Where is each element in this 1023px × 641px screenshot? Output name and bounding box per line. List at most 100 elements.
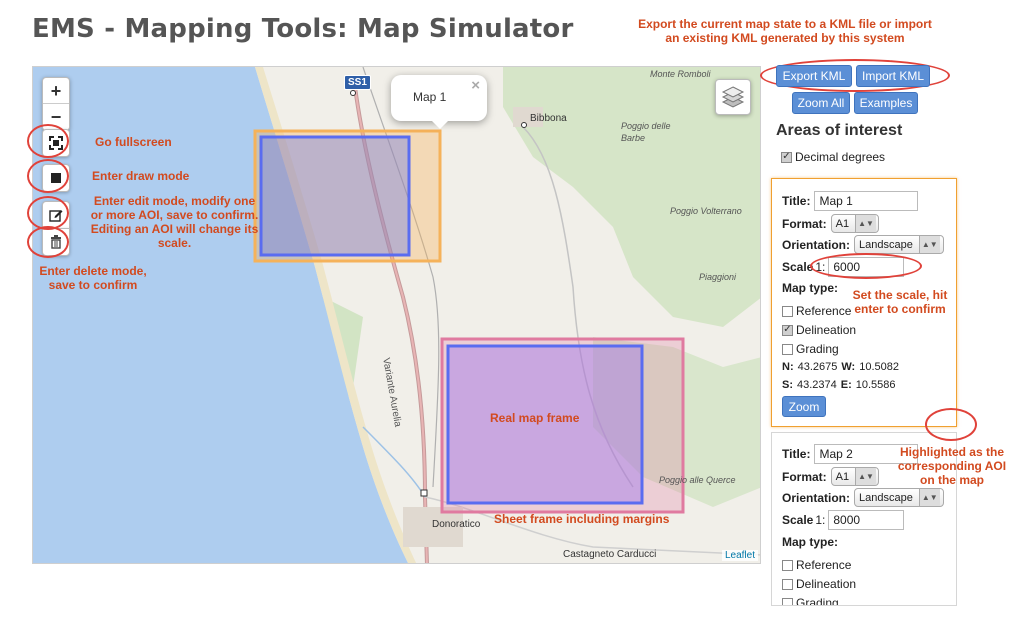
- export-kml-button[interactable]: Export KML: [776, 65, 852, 87]
- label-piaggioni: Piaggioni: [699, 272, 737, 282]
- annotation-scale: Set the scale, hit enter to confirm: [848, 288, 952, 316]
- map-type-delineation[interactable]: ✓ Delineation: [782, 323, 856, 337]
- popup-text: Map 1: [413, 90, 447, 104]
- orientation-select[interactable]: Landscape ▲▼: [854, 235, 944, 254]
- aoi-zoom-button[interactable]: Zoom: [782, 396, 826, 417]
- label-castagneto: Castagneto Carducci: [563, 549, 657, 560]
- import-kml-button[interactable]: Import KML: [856, 65, 930, 87]
- delineation-checkbox[interactable]: [782, 578, 793, 590]
- export-annotation-line1: Export the current map state to a KML fi…: [638, 17, 932, 31]
- grading-label: Grading: [796, 596, 839, 606]
- annotation-highlight-line3: on the map: [919, 473, 984, 487]
- map-type-delineation[interactable]: Delineation: [782, 577, 856, 591]
- format-select[interactable]: A1 ▲▼: [830, 467, 879, 486]
- label-poggio-volterrano: Poggio Volterrano: [670, 206, 742, 216]
- page-title: EMS - Mapping Tools: Map Simulator: [32, 14, 574, 44]
- coords-se: S: 43.2374 E: 10.5586: [782, 379, 896, 391]
- annotation-edit-line1: Enter edit mode, modify one: [93, 194, 256, 208]
- highlight-ellipse-scale: [810, 253, 922, 279]
- east-value: 10.5586: [855, 379, 896, 391]
- format-label: Format:: [782, 469, 827, 484]
- annotation-sheet-frame: Sheet frame including margins: [494, 512, 670, 526]
- aoi-title-input[interactable]: [814, 191, 919, 211]
- format-value: A1: [835, 470, 850, 483]
- label-poggio-alle-querce: Poggio alle Querce: [659, 475, 736, 485]
- north-label: N:: [782, 361, 794, 373]
- annotation-delete-line1: Enter delete mode,: [39, 264, 147, 278]
- annotation-scale-line1: Set the scale, hit: [852, 288, 948, 302]
- annotation-fullscreen: Go fullscreen: [95, 135, 172, 149]
- delineation-label: Delineation: [796, 577, 857, 591]
- reference-checkbox[interactable]: [782, 305, 793, 317]
- west-value: 10.5082: [859, 361, 899, 373]
- export-annotation-line2: an existing KML generated by this system: [665, 31, 905, 45]
- scale-prefix: 1:: [815, 513, 826, 527]
- zoom-control: + −: [42, 77, 70, 131]
- format-select[interactable]: A1 ▲▼: [830, 214, 879, 233]
- orientation-select[interactable]: Landscape ▲▼: [854, 488, 944, 507]
- highlight-ellipse-delete: [27, 226, 69, 258]
- aoi-panel-heading: Areas of interest: [776, 122, 903, 139]
- scale-label: Scale: [782, 513, 814, 527]
- map-type-grading[interactable]: Grading: [782, 596, 839, 606]
- east-label: E:: [840, 379, 852, 391]
- decimal-degrees-checkbox[interactable]: ✓: [781, 151, 792, 163]
- scale-input[interactable]: [828, 510, 905, 530]
- label-bibbona: Bibbona: [530, 113, 567, 124]
- label-monte-romboli: Monte Romboli: [650, 69, 711, 79]
- reference-label: Reference: [796, 558, 852, 572]
- north-value: 43.2675: [797, 361, 838, 373]
- map-popup: Map 1 ×: [391, 75, 487, 129]
- annotation-draw: Enter draw mode: [92, 169, 190, 183]
- label-donoratico: Donoratico: [432, 519, 481, 530]
- format-value: A1: [835, 217, 850, 230]
- popup-close-icon[interactable]: ×: [471, 77, 480, 94]
- map-type-grading[interactable]: Grading: [782, 342, 839, 356]
- decimal-degrees-label: Decimal degrees: [795, 150, 886, 164]
- orientation-value: Landscape: [859, 238, 913, 251]
- scale-label: Scale: [782, 260, 814, 274]
- title-label: Title:: [782, 447, 811, 461]
- decimal-degrees-toggle[interactable]: ✓ Decimal degrees: [781, 150, 885, 164]
- south-label: S:: [782, 379, 793, 391]
- coords-nw: N: 43.2675 W: 10.5082: [782, 361, 899, 373]
- chevron-updown-icon: ▲▼: [918, 236, 940, 253]
- label-barbe: Barbe: [621, 133, 646, 143]
- zoom-all-button[interactable]: Zoom All: [792, 92, 850, 114]
- chevron-updown-icon: ▲▼: [855, 215, 876, 232]
- orientation-value: Landscape: [859, 491, 913, 504]
- map-type-label: Map type:: [782, 281, 839, 295]
- aoi-map1-real-frame[interactable]: [259, 135, 411, 257]
- chevron-updown-icon: ▲▼: [918, 489, 940, 506]
- map-type-label: Map type:: [782, 535, 839, 549]
- orientation-label: Orientation:: [782, 237, 850, 252]
- delineation-checkbox[interactable]: ✓: [782, 324, 793, 336]
- layers-button[interactable]: [715, 79, 751, 115]
- highlight-ellipse-draw: [27, 159, 69, 193]
- export-annotation: Export the current map state to a KML fi…: [620, 17, 950, 45]
- popup-tip: [431, 120, 449, 129]
- examples-button[interactable]: Examples: [854, 92, 918, 114]
- attribution-link[interactable]: Leaflet: [721, 550, 758, 561]
- layers-icon: [721, 86, 745, 108]
- annotation-edit-line4: scale.: [157, 236, 192, 250]
- zoom-in-button[interactable]: +: [43, 78, 69, 104]
- road-badge-ss1: SS1: [344, 75, 371, 90]
- delineation-label: Delineation: [796, 323, 857, 337]
- south-value: 43.2374: [797, 379, 837, 391]
- map-type-reference[interactable]: Reference: [782, 304, 851, 318]
- map-type-reference[interactable]: Reference: [782, 558, 851, 572]
- annotation-highlight-line2: corresponding AOI: [897, 459, 1007, 473]
- annotation-highlight: Highlighted as the corresponding AOI on …: [893, 445, 1011, 487]
- annotation-highlight-line1: Highlighted as the: [899, 445, 1004, 459]
- highlight-ellipse-edit: [27, 196, 69, 230]
- reference-label: Reference: [796, 304, 852, 318]
- grading-checkbox[interactable]: [782, 597, 793, 605]
- annotation-delete: Enter delete mode, save to confirm: [28, 264, 158, 292]
- title-label: Title:: [782, 194, 811, 208]
- annotation-edit-line2: or more AOI, save to confirm.: [90, 208, 259, 222]
- reference-checkbox[interactable]: [782, 559, 793, 571]
- highlight-ellipse-fullscreen: [27, 124, 69, 158]
- grading-checkbox[interactable]: [782, 343, 793, 355]
- west-label: W:: [841, 361, 856, 373]
